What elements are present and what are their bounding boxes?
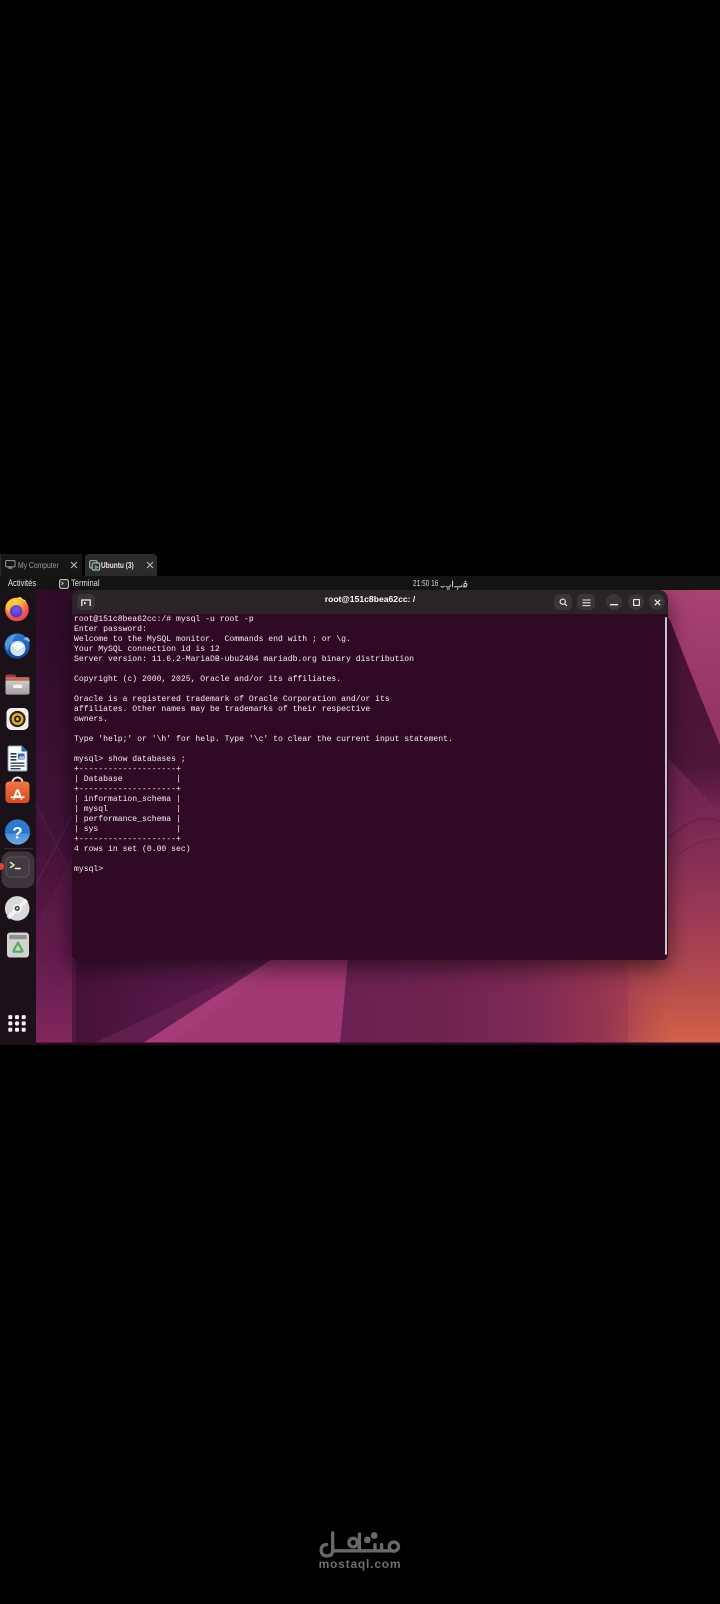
svg-text:A: A bbox=[12, 787, 23, 804]
svg-text:?: ? bbox=[12, 824, 22, 843]
